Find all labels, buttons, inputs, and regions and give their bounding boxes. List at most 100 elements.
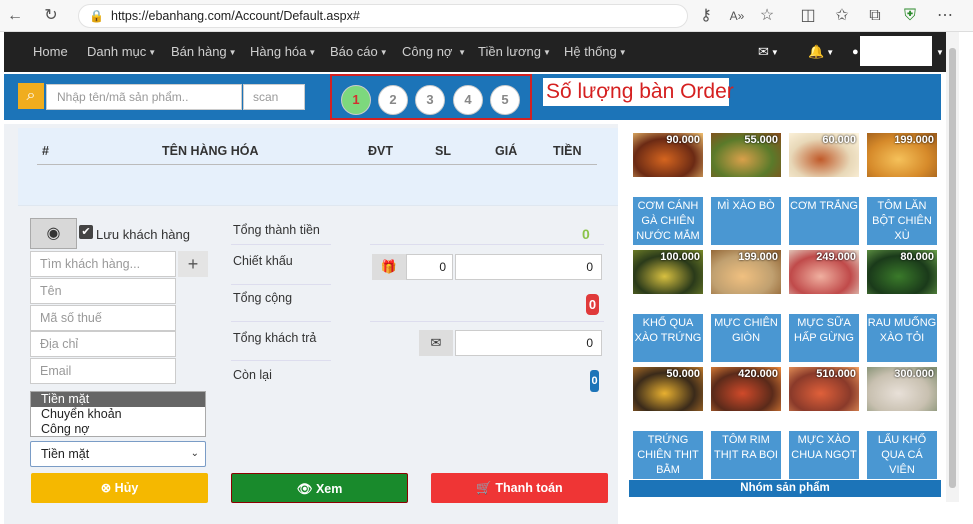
notifications-menu[interactable]: 🔔 ▼ <box>808 32 834 73</box>
table-header-divider <box>37 164 597 165</box>
caret-down-icon: ▼ <box>148 47 157 57</box>
total-label: Tổng cộng <box>233 291 293 305</box>
favorites-icon[interactable]: ✩ <box>831 0 853 32</box>
hide-eye-icon[interactable]: ◉ <box>30 218 77 249</box>
payment-option-transfer[interactable]: Chuyển khoản <box>31 407 205 422</box>
cancel-label: Hủy <box>114 481 139 495</box>
divider <box>231 360 331 361</box>
refresh-icon[interactable]: ↻ <box>40 0 62 32</box>
gift-icon[interactable]: 🎁 <box>372 254 406 280</box>
product-tile[interactable]: 80.000 RAU MUỐNG XÀO TỎI <box>867 250 937 362</box>
address-bar[interactable]: 🔒 https://ebanhang.com/Account/Default.a… <box>78 4 688 28</box>
product-tile[interactable]: 199.000 TÔM LĂN BỘT CHIÊN XÙ <box>867 133 937 245</box>
shield-icon[interactable]: ⛨ <box>899 0 921 32</box>
lock-icon: 🔒 <box>89 9 104 23</box>
messages-menu[interactable]: ✉ ▼ <box>758 32 779 73</box>
caret-down-icon: ▼ <box>826 47 835 57</box>
product-name: MỰC CHIÊN GIÒN <box>711 314 781 362</box>
divider <box>370 321 604 322</box>
divider <box>231 321 331 322</box>
save-customer-checkbox[interactable]: ✔ <box>79 225 93 239</box>
scrollbar-thumb[interactable] <box>949 48 956 488</box>
caret-down-icon: ▼ <box>379 47 388 57</box>
paid-amount-input[interactable]: 0 <box>455 330 602 356</box>
collections-icon[interactable]: ⧉ <box>864 0 886 32</box>
close-circle-icon: ⊗ <box>100 481 112 495</box>
email-field[interactable]: Email <box>30 358 176 384</box>
main-navbar: Home Danh mục ▼ Bán hàng ▼ Hàng hóa ▼ Báo c… <box>4 32 947 72</box>
user-caret-icon[interactable]: ▼ <box>934 32 944 73</box>
cart-icon: 🛒 <box>476 481 492 495</box>
product-price: 60.000 <box>822 134 856 146</box>
discount-percent-input[interactable]: 0 <box>406 254 453 280</box>
product-tile[interactable]: 199.000 MỰC CHIÊN GIÒN <box>711 250 781 362</box>
divider <box>231 244 331 245</box>
remain-label: Còn lại <box>233 368 272 382</box>
search-icon[interactable]: ⌕ <box>18 83 44 109</box>
payment-option-cash[interactable]: Tiền mặt <box>31 392 205 407</box>
product-tile[interactable]: 55.000 MÌ XÀO BÒ <box>711 133 781 245</box>
order-tables-annotation: Số lượng bàn Order <box>543 78 734 106</box>
more-icon[interactable]: ⋯ <box>934 0 956 32</box>
customer-name-field[interactable]: Tên <box>30 278 176 304</box>
nav-ban-hang-label: Bán hàng <box>171 44 227 59</box>
nav-danh-muc[interactable]: Danh mục ▼ <box>87 32 156 73</box>
read-aloud-icon[interactable]: A» <box>726 0 748 32</box>
nav-tien-luong[interactable]: Tiền lương ▼ <box>478 32 551 73</box>
tax-code-field[interactable]: Mã số thuế <box>30 305 176 331</box>
nav-home[interactable]: Home <box>33 32 68 72</box>
pay-button[interactable]: 🛒 Thanh toán <box>431 473 608 503</box>
order-table-2[interactable]: 2 <box>378 85 408 115</box>
discount-amount-input[interactable]: 0 <box>455 254 602 280</box>
payment-option-debt[interactable]: Công nợ <box>31 422 205 437</box>
product-search-input[interactable]: Nhập tên/mã sản phẩm.. <box>46 84 242 110</box>
nav-he-thong-label: Hệ thống <box>564 44 617 59</box>
nav-he-thong[interactable]: Hệ thống ▼ <box>564 32 627 73</box>
remain-value-badge: 0 <box>590 370 599 392</box>
split-screen-icon[interactable]: ◫ <box>797 0 819 32</box>
favorite-star-icon[interactable]: ☆ <box>756 0 778 32</box>
nav-bao-cao[interactable]: Báo cáo ▼ <box>330 32 388 73</box>
product-name: MỰC XÀO CHUA NGỌT <box>789 431 859 479</box>
product-tile[interactable]: 300.000 LẨU KHỔ QUA CÁ VIÊN <box>867 367 937 479</box>
product-group-bar[interactable]: Nhóm sản phẩm <box>629 480 941 497</box>
nav-tien-luong-label: Tiền lương <box>478 44 541 59</box>
product-price: 249.000 <box>816 251 856 263</box>
product-tile[interactable]: 510.000 MỰC XÀO CHUA NGỌT <box>789 367 859 479</box>
add-customer-button[interactable]: + <box>178 251 208 277</box>
envelope-icon[interactable]: ✉ <box>419 330 453 356</box>
product-tile[interactable]: 100.000 KHỔ QUA XÀO TRỨNG <box>633 250 703 362</box>
nav-hang-hoa[interactable]: Hàng hóa ▼ <box>250 32 316 73</box>
user-icon[interactable]: ● <box>852 32 859 72</box>
nav-danh-muc-label: Danh mục <box>87 44 147 59</box>
order-table-4[interactable]: 4 <box>453 85 483 115</box>
caret-down-icon: ▼ <box>228 47 237 57</box>
product-tile[interactable]: 90.000 CƠM CÁNH GÀ CHIÊN NƯỚC MẮM <box>633 133 703 245</box>
scan-input[interactable]: scan <box>243 84 305 110</box>
product-price: 510.000 <box>816 368 856 380</box>
cancel-button[interactable]: ⊗ Hủy <box>31 473 208 503</box>
product-price: 199.000 <box>738 251 778 263</box>
nav-ban-hang[interactable]: Bán hàng ▼ <box>171 32 237 73</box>
customer-search-input[interactable]: Tìm khách hàng... <box>30 251 176 277</box>
nav-cong-no[interactable]: Công nợ ▼ <box>402 32 466 73</box>
product-name: KHỔ QUA XÀO TRỨNG <box>633 314 703 362</box>
product-price: 80.000 <box>900 251 934 263</box>
address-field[interactable]: Địa chỉ <box>30 331 176 357</box>
product-tile[interactable]: 420.000 TÔM RIM THỊT RA BỌI <box>711 367 781 479</box>
user-name-box[interactable] <box>860 36 932 66</box>
back-icon[interactable]: ← <box>4 0 26 32</box>
view-label: Xem <box>315 482 343 496</box>
caret-down-icon: ▼ <box>770 47 779 57</box>
order-table-5[interactable]: 5 <box>490 85 520 115</box>
order-table-3[interactable]: 3 <box>415 85 445 115</box>
product-name: TRỨNG CHIÊN THỊT BẰM <box>633 431 703 479</box>
key-icon[interactable]: ⚷ <box>695 0 717 32</box>
view-button[interactable]: 👁 Xem <box>231 473 408 503</box>
order-table-1[interactable]: 1 <box>341 85 371 115</box>
product-tile[interactable]: 60.000 CƠM TRẮNG <box>789 133 859 245</box>
payment-method-select[interactable]: Tiền mặt ⌄ <box>30 441 206 467</box>
product-tile[interactable]: 249.000 MỰC SỮA HẤP GỪNG <box>789 250 859 362</box>
payment-dropdown-list: Tiền mặt Chuyển khoản Công nợ <box>30 391 206 437</box>
product-tile[interactable]: 50.000 TRỨNG CHIÊN THỊT BẰM <box>633 367 703 479</box>
